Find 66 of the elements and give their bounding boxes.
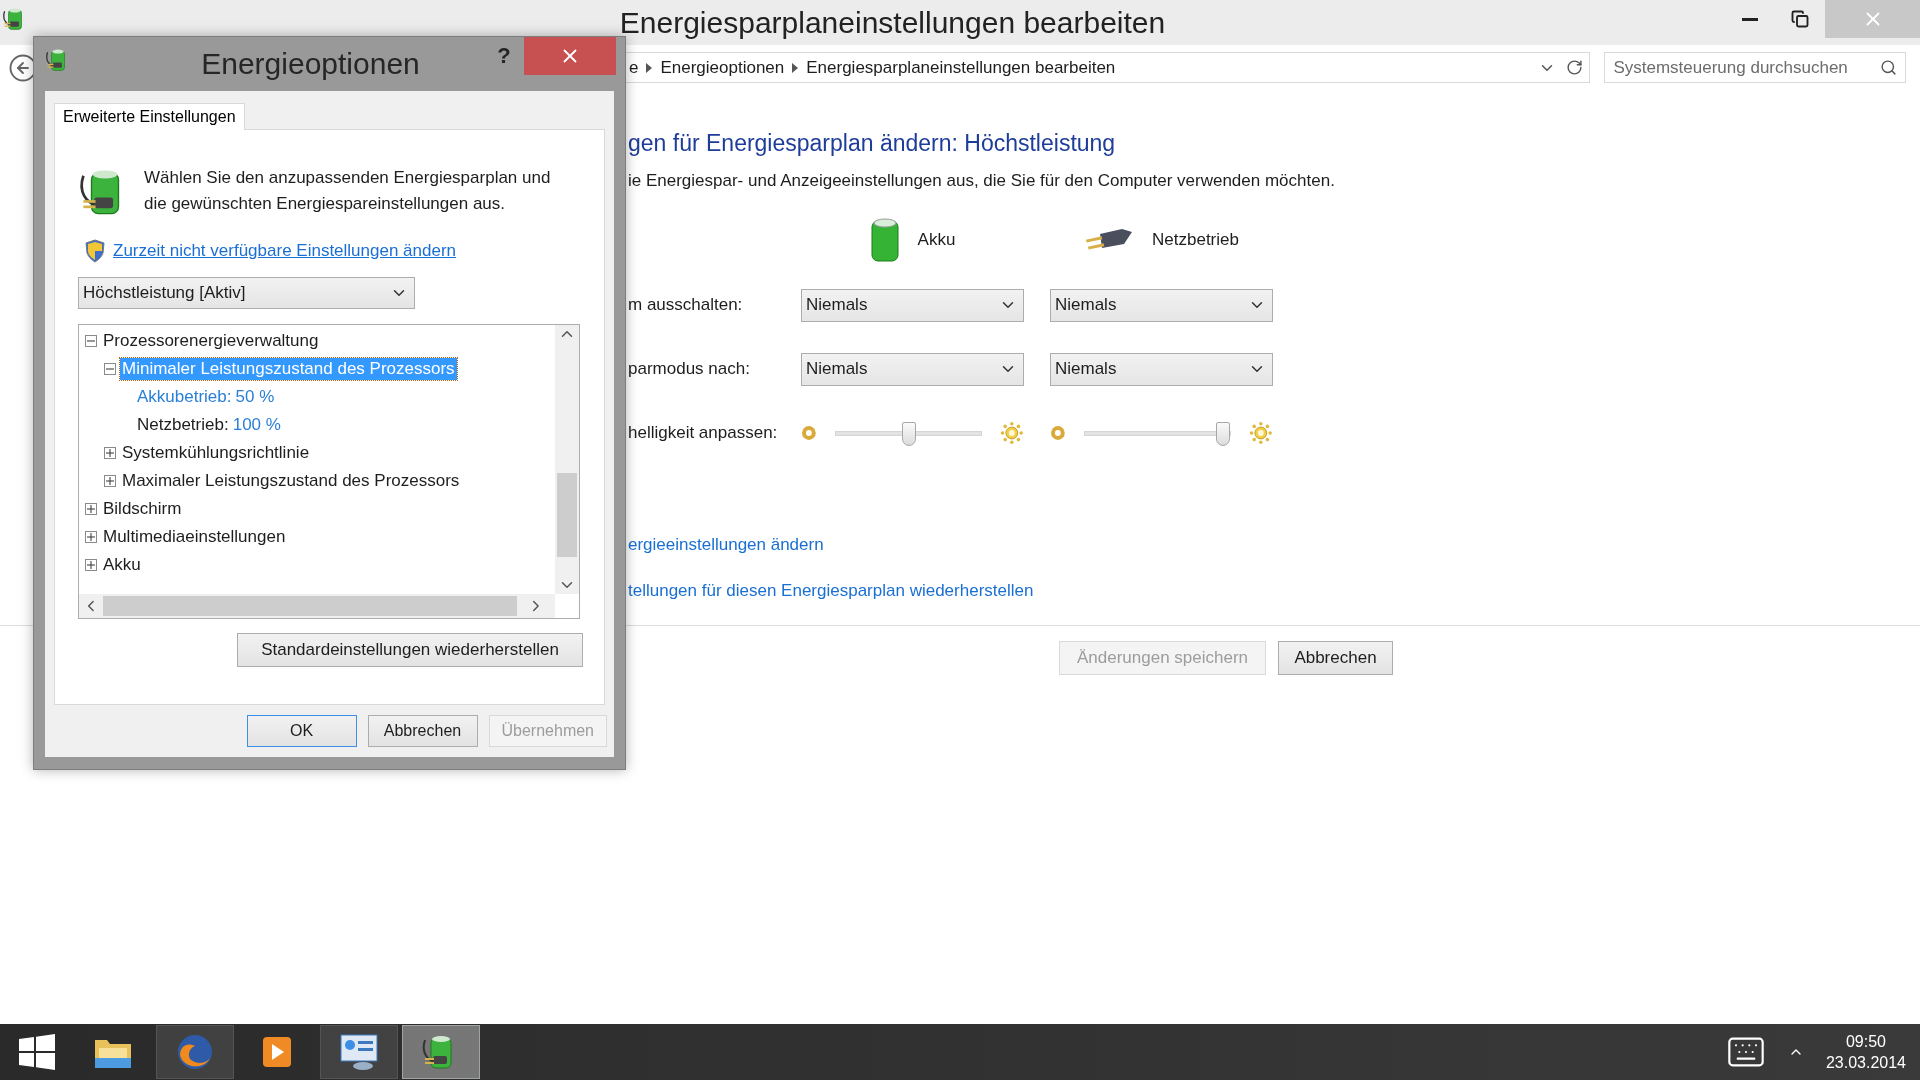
breadcrumb-item[interactable]: Energieoptionen — [652, 57, 793, 78]
vertical-scrollbar[interactable] — [555, 325, 579, 594]
refresh-icon[interactable] — [1566, 59, 1584, 76]
intro-text: Wählen Sie den anzupassenden Energiesparplan und die gewünschten Energiespareinstellungen aus. — [144, 167, 552, 215]
tree-item[interactable]: Akku — [101, 554, 143, 576]
help-button[interactable]: ? — [484, 37, 524, 70]
tree-item[interactable]: Prozessorenergieverwaltung — [101, 330, 321, 352]
dropdown[interactable]: Niemals — [1050, 352, 1273, 386]
tree-item[interactable]: Bildschirm — [101, 498, 184, 520]
minimize-icon — [1742, 17, 1758, 21]
tree-item[interactable]: Maximaler Leistungszustand des Prozessors — [120, 470, 462, 492]
dropdown[interactable]: Niemals — [801, 352, 1024, 386]
control-panel-icon — [339, 1033, 379, 1071]
link[interactable]: tellungen für diesen Energiesparplan wiederherstellen — [628, 581, 1920, 601]
tab[interactable]: Erweiterte Einstellungen — [54, 103, 245, 130]
setting-label: Netzbetrieb: — [137, 415, 229, 435]
taskbar-app[interactable] — [320, 1025, 398, 1079]
dim-brightness-icon — [1050, 425, 1066, 441]
slider-thumb[interactable] — [1216, 421, 1231, 446]
setting-label: Akkubetrieb: — [137, 387, 232, 407]
restore-icon — [1791, 10, 1809, 28]
play-icon — [260, 1034, 294, 1070]
page-description: ie Energiespar- und Anzeigeeinstellungen aus, die Sie für den Computer verwenden möchten. — [628, 171, 1336, 191]
expand-icon[interactable] — [104, 447, 116, 459]
breadcrumb-arrow-icon — [792, 62, 799, 73]
ok-button[interactable]: OK — [246, 715, 357, 747]
expand-icon[interactable] — [85, 559, 97, 571]
collapse-icon[interactable] — [104, 363, 116, 375]
dropdown[interactable]: Niemals — [801, 288, 1024, 322]
tree-item[interactable]: Systemkühlungsrichtlinie — [120, 442, 312, 464]
column-heading: Netzbetrieb — [1152, 230, 1239, 250]
expand-icon[interactable] — [104, 475, 116, 487]
tree-item[interactable]: Multimediaeinstellungen — [101, 526, 288, 548]
reset-defaults-button[interactable]: Standardeinstellungen wiederherstellen — [237, 633, 583, 667]
search-icon[interactable] — [1880, 59, 1897, 76]
sun-icon — [1000, 421, 1024, 445]
cancel-button[interactable]: Abbrechen — [1278, 641, 1393, 675]
setting-value[interactable]: 100 % — [232, 415, 281, 435]
cancel-button[interactable]: Abbrechen — [367, 715, 478, 747]
windows-logo-icon[interactable] — [19, 1034, 55, 1070]
window-title: Energiesparplaneinstellungen bearbeiten — [618, 5, 1167, 40]
dialog-title: Energieoptionen — [200, 46, 421, 81]
battery-icon — [869, 217, 900, 263]
plan-dropdown[interactable]: Höchstleistung [Aktiv] — [78, 277, 415, 309]
expand-icon[interactable] — [85, 503, 97, 515]
sun-icon — [1249, 421, 1273, 445]
search-field[interactable]: Systemsteuerung durchsuchen — [1604, 52, 1906, 83]
clock[interactable]: 09:50 23.03.2014 — [1825, 1032, 1906, 1072]
breadcrumb-arrow-icon — [646, 62, 653, 73]
expand-icon[interactable] — [85, 531, 97, 543]
horizontal-scrollbar[interactable] — [79, 594, 555, 618]
globe-fox-icon — [175, 1032, 215, 1072]
admin-link[interactable]: Zurzeit nicht verfügbare Einstellungen ändern — [113, 241, 457, 261]
page-heading: gen für Energiesparplan ändern: Höchstleistung — [628, 130, 1117, 157]
setting-label: m ausschalten: — [628, 295, 743, 315]
shield-icon — [85, 239, 105, 263]
setting-label: parmodus nach: — [628, 359, 750, 379]
setting-label: helligkeit anpassen: — [628, 423, 778, 443]
collapse-icon[interactable] — [85, 335, 97, 347]
setting-value[interactable]: 50 % — [235, 387, 275, 407]
column-heading: Akku — [917, 230, 956, 250]
breadcrumb-item[interactable]: Energiesparplaneinstellungen bearbeiten — [798, 57, 1124, 78]
slider-thumb[interactable] — [901, 421, 916, 446]
dim-brightness-icon — [801, 425, 817, 441]
dropdown[interactable]: Niemals — [1050, 288, 1273, 322]
link[interactable]: ergieeinstellungen ändern — [628, 535, 1920, 555]
